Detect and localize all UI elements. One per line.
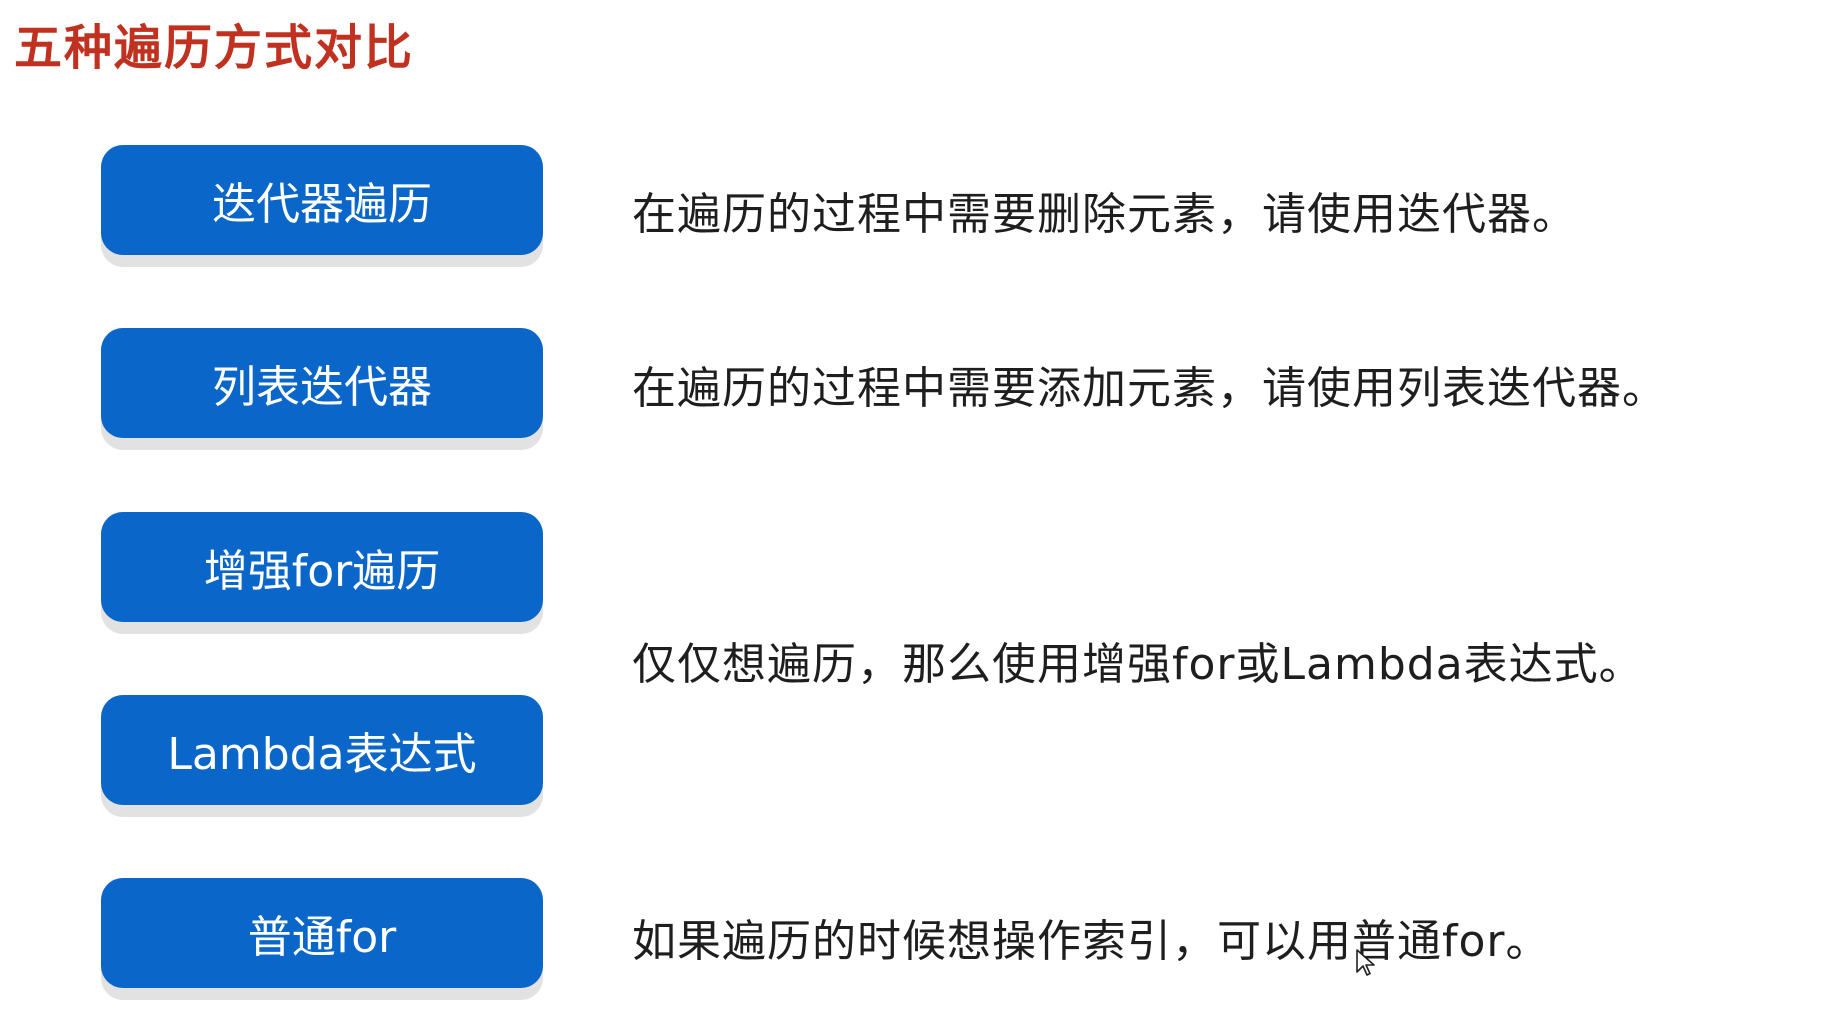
list-iterator-button[interactable]: 列表迭代器 <box>101 328 543 438</box>
mouse-pointer-icon <box>1356 949 1375 976</box>
iterator-traversal-button[interactable]: 迭代器遍历 <box>101 145 543 255</box>
iterator-description: 在遍历的过程中需要删除元素，请使用迭代器。 <box>632 189 1577 240</box>
normal-for-button[interactable]: 普通for <box>101 878 543 988</box>
enhanced-for-lambda-description: 仅仅想遍历，那么使用增强for或Lambda表达式。 <box>632 639 1644 690</box>
page-title: 五种遍历方式对比 <box>14 20 415 76</box>
list-iterator-description: 在遍历的过程中需要添加元素，请使用列表迭代器。 <box>632 363 1667 414</box>
normal-for-description: 如果遍历的时候想操作索引，可以用普通for。 <box>632 916 1551 967</box>
enhanced-for-button[interactable]: 增强for遍历 <box>101 512 543 622</box>
lambda-expression-button[interactable]: Lambda表达式 <box>101 695 543 805</box>
